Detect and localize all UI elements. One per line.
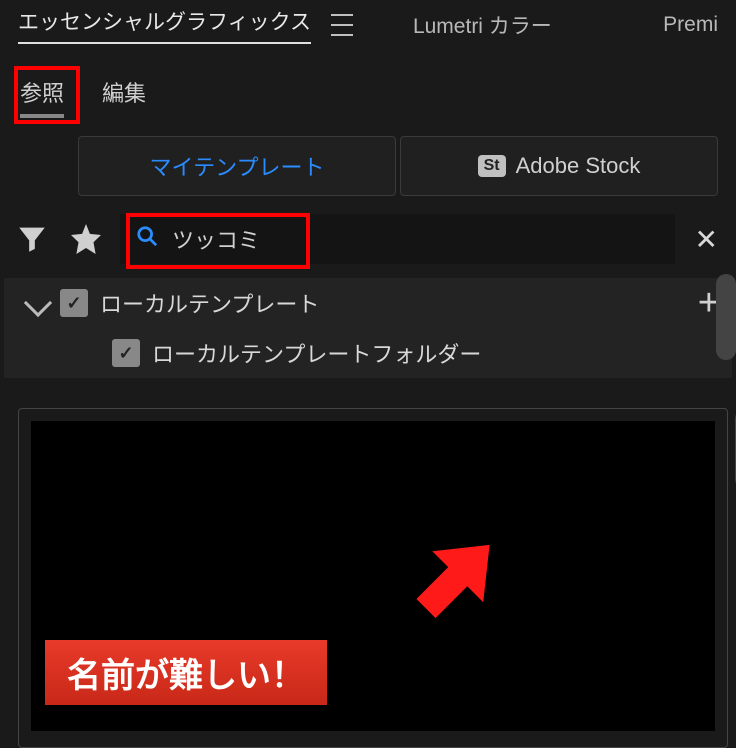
tab-lumetri-color[interactable]: Lumetri カラー bbox=[413, 10, 552, 40]
arrow-icon bbox=[391, 513, 522, 644]
subtab-row: 参照 編集 bbox=[0, 50, 736, 128]
subtab-edit[interactable]: 編集 bbox=[102, 76, 146, 116]
panel-tab-strip: エッセンシャルグラフィックス Lumetri カラー Premi bbox=[0, 0, 736, 50]
filter-icon[interactable] bbox=[12, 219, 52, 259]
tab-essential-graphics[interactable]: エッセンシャルグラフィックス bbox=[18, 6, 311, 44]
telop-text: 名前が難しい！ bbox=[45, 640, 327, 705]
search-toolbar: ✕ bbox=[0, 196, 736, 274]
panel-menu-icon[interactable] bbox=[331, 14, 353, 36]
template-tree: ✓ ローカルテンプレート + ✓ ローカルテンプレートフォルダー bbox=[0, 274, 736, 378]
tree-scrollbar[interactable] bbox=[716, 274, 736, 360]
checkbox-local-templates[interactable]: ✓ bbox=[60, 289, 88, 317]
source-row: マイテンプレート St Adobe Stock bbox=[0, 128, 736, 196]
source-my-templates-button[interactable]: マイテンプレート bbox=[78, 136, 396, 196]
tree-label-local-folder: ローカルテンプレートフォルダー bbox=[152, 337, 720, 369]
tab-premiere[interactable]: Premi bbox=[663, 13, 718, 37]
template-thumbnail[interactable]: 名前が難しい！ bbox=[31, 421, 715, 731]
template-preview-area: 名前が難しい！ bbox=[18, 408, 728, 748]
checkbox-local-folder[interactable]: ✓ bbox=[112, 339, 140, 367]
tree-label-local-templates: ローカルテンプレート bbox=[100, 287, 686, 319]
annotation-highlight-search bbox=[126, 213, 310, 269]
tree-row-local-folder[interactable]: ✓ ローカルテンプレートフォルダー bbox=[4, 328, 732, 378]
tree-row-local-templates[interactable]: ✓ ローカルテンプレート + bbox=[4, 278, 732, 328]
source-adobe-stock-label: Adobe Stock bbox=[516, 153, 641, 179]
stock-badge-icon: St bbox=[478, 155, 506, 177]
source-adobe-stock-button[interactable]: St Adobe Stock bbox=[400, 136, 718, 196]
clear-search-icon[interactable]: ✕ bbox=[689, 223, 724, 256]
source-my-templates-label: マイテンプレート bbox=[150, 150, 325, 182]
favorite-icon[interactable] bbox=[66, 219, 106, 259]
chevron-down-icon[interactable] bbox=[24, 289, 52, 317]
annotation-highlight-browse bbox=[14, 66, 80, 124]
